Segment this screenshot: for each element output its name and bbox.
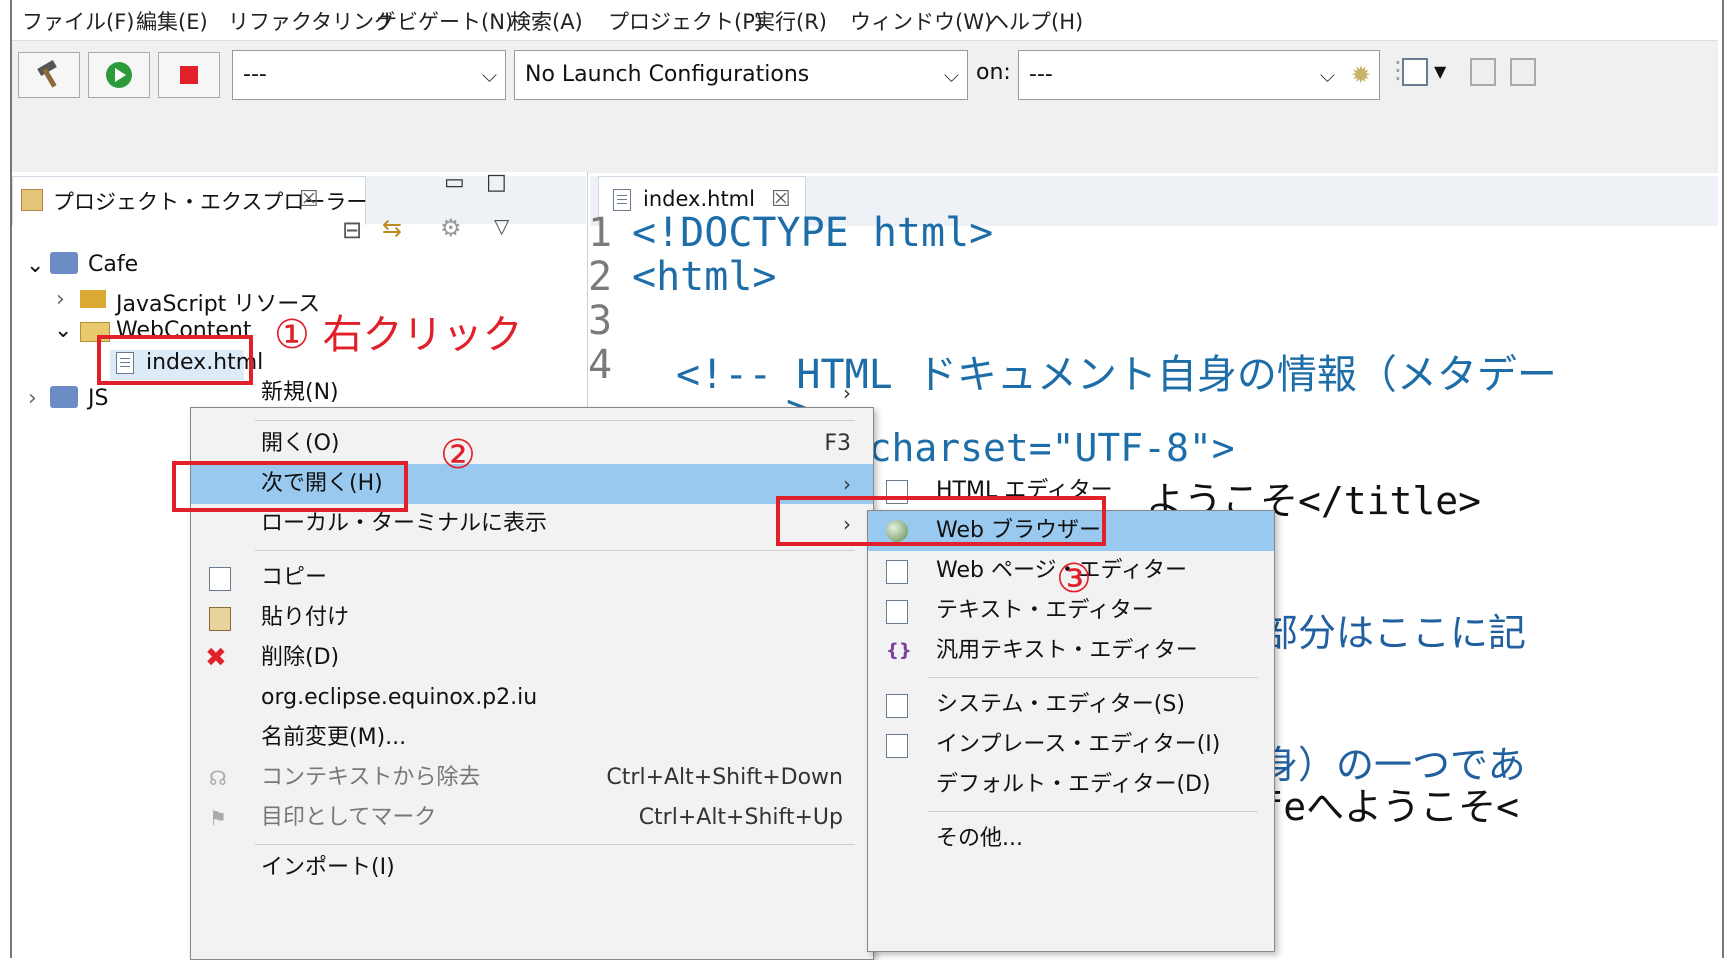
launch-mode-value: --- (243, 62, 267, 87)
annotation-step2: ② (440, 432, 476, 478)
menu-separator (928, 677, 1258, 678)
tree-item-js[interactable]: JS (88, 386, 108, 411)
menu-item-delete[interactable]: ✖ 削除(D) (191, 638, 873, 678)
line-number: 1 (588, 210, 613, 256)
paste-icon (209, 607, 231, 631)
landmark-icon: ⚑ (209, 806, 227, 830)
collapse-all-icon[interactable]: ⊟ (342, 216, 362, 244)
editor-tab-title: index.html (643, 187, 755, 211)
menu-item-remove-from-context[interactable]: ☊ コンテキストから除去 Ctrl+Alt+Shift+Down (191, 758, 873, 798)
html-file-icon (613, 189, 631, 211)
chevron-down-icon: ⌵ (481, 63, 497, 87)
tree-item-cafe[interactable]: Cafe (88, 252, 138, 277)
line-number: 3 (588, 298, 613, 344)
close-icon[interactable]: ☒ (771, 187, 791, 212)
submenu-item-inplace-editor[interactable]: インプレース・エディター(I) (868, 725, 1274, 765)
menu-item-copy[interactable]: コピー (191, 558, 873, 598)
annotation-step3: ③ (1056, 556, 1092, 602)
inplace-editor-icon (886, 734, 908, 758)
menu-item-open[interactable]: 開く(O) F3 (191, 424, 873, 464)
code-line: <html> (632, 254, 777, 300)
run-button[interactable] (88, 52, 150, 98)
chevron-right-icon: › (843, 381, 851, 405)
remove-context-icon: ☊ (209, 766, 227, 790)
menu-item-mark-landmark[interactable]: ⚑ 目印としてマーク Ctrl+Alt+Shift+Up (191, 798, 873, 838)
on-label: on: (976, 60, 1011, 85)
menu-item-rename[interactable]: 名前変更(M)... (191, 718, 873, 758)
menu-item-new[interactable]: 新規(N) › (191, 373, 873, 413)
menu-edit[interactable]: 編集(E) (136, 6, 208, 36)
dropdown-arrow-icon[interactable]: ▼ (1434, 62, 1446, 81)
chevron-down-icon: ⌵ (1319, 63, 1335, 87)
submenu-item-default-editor[interactable]: デフォルト・エディター(D) (868, 765, 1274, 805)
project-icon (50, 252, 78, 274)
submenu-item-generic-text-editor[interactable]: {} 汎用テキスト・エディター (868, 631, 1274, 671)
launch-target-value: --- (1029, 62, 1053, 87)
menu-help[interactable]: ヘルプ(H) (988, 6, 1083, 36)
stop-icon (180, 66, 198, 84)
delete-icon: ✖ (205, 643, 227, 673)
menu-separator (255, 844, 855, 845)
expand-icon[interactable]: ⌄ (26, 253, 44, 278)
run-icon (106, 62, 132, 88)
code-line: <!DOCTYPE html> (632, 210, 994, 256)
menu-separator (255, 420, 855, 421)
explorer-tab-title: プロジェクト・エクスプローラー (53, 190, 368, 214)
view-menu-icon[interactable]: ▽ (494, 214, 509, 238)
menu-separator (255, 550, 855, 551)
build-button[interactable] (18, 52, 80, 98)
menu-project[interactable]: プロジェクト(P) (608, 6, 763, 36)
menu-item-paste[interactable]: 貼り付け (191, 598, 873, 638)
filter-icon[interactable]: ⚙ (440, 214, 462, 242)
new-file-icon[interactable] (1402, 58, 1428, 86)
chevron-down-icon: ⌵ (943, 63, 959, 87)
menu-separator (928, 811, 1258, 812)
gear-icon: ✹ (1350, 61, 1371, 89)
minimize-icon[interactable]: ▭ (444, 170, 465, 195)
menu-item-import[interactable]: インポート(I) (191, 848, 873, 888)
annotation-box-open-with (172, 461, 408, 512)
launch-config-value: No Launch Configurations (525, 62, 810, 87)
save-icon[interactable] (1470, 58, 1496, 86)
menu-run[interactable]: 実行(R) (754, 6, 827, 36)
submenu-item-other[interactable]: その他... (868, 819, 1274, 859)
expand-icon[interactable]: ⌄ (54, 318, 72, 343)
text-editor-icon (886, 600, 908, 624)
js-resource-icon (80, 290, 106, 308)
generic-editor-icon: {} (886, 640, 912, 661)
expand-icon[interactable]: › (56, 287, 65, 312)
maximize-icon[interactable]: □ (486, 170, 507, 195)
menu-item-p2-iu[interactable]: org.eclipse.equinox.p2.iu (191, 678, 873, 718)
explorer-tab[interactable]: プロジェクト・エクスプローラー ☒ (12, 176, 368, 225)
save-all-icon[interactable] (1510, 58, 1536, 86)
system-editor-icon (886, 694, 908, 718)
line-number: 2 (588, 254, 613, 300)
annotation-box-index-html (97, 335, 253, 385)
annotation-step1: ① 右クリック (274, 312, 523, 358)
menu-refactor[interactable]: リファクタリング (228, 6, 395, 36)
menu-search[interactable]: 検索(A) (510, 6, 583, 36)
web-page-editor-icon (886, 560, 908, 584)
close-icon[interactable]: ☒ (299, 187, 319, 212)
menu-window[interactable]: ウィンドウ(W) (850, 6, 992, 36)
stop-button[interactable] (158, 52, 220, 98)
launch-config-combo[interactable]: No Launch Configurations ⌵ (514, 50, 968, 100)
expand-icon[interactable]: › (28, 386, 37, 411)
hammer-icon (37, 60, 57, 88)
launch-target-combo[interactable]: --- ⌵ ✹ (1018, 50, 1380, 100)
submenu-item-system-editor[interactable]: システム・エディター(S) (868, 685, 1274, 725)
copy-icon (209, 567, 231, 591)
link-editor-icon[interactable]: ⇆ (382, 214, 402, 242)
project-icon (50, 386, 78, 408)
menu-navigate[interactable]: ナビゲート(N) (376, 6, 513, 36)
menu-file[interactable]: ファイル(F) (22, 6, 134, 36)
explorer-icon (21, 189, 43, 211)
launch-mode-combo[interactable]: --- ⌵ (232, 50, 506, 100)
annotation-box-web-browser (776, 496, 1106, 546)
menu-bar: ファイル(F) 編集(E) リファクタリング ナビゲート(N) 検索(A) プロ… (12, 0, 1718, 40)
